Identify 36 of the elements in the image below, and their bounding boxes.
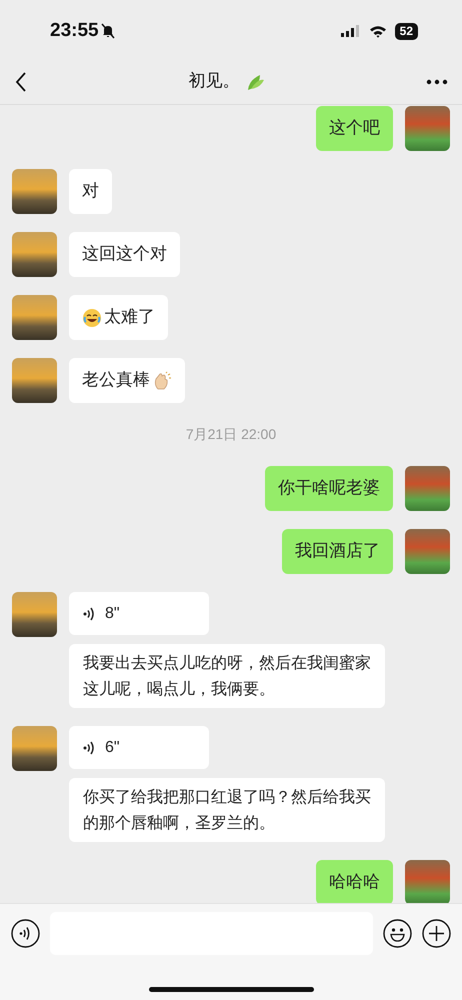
laughing-face-icon bbox=[82, 308, 102, 328]
signal-icon bbox=[340, 25, 361, 37]
voice-duration: 8" bbox=[105, 604, 120, 624]
plus-icon[interactable] bbox=[422, 919, 451, 948]
message-text: 你干啥呢老婆 bbox=[278, 476, 380, 500]
status-time: 23:55 bbox=[50, 18, 99, 43]
timestamp: 7月21日 22:00 bbox=[186, 425, 276, 444]
wifi-icon bbox=[368, 24, 387, 38]
battery-level: 52 bbox=[394, 22, 418, 40]
voice-icon bbox=[83, 606, 95, 622]
voice-input-icon[interactable] bbox=[11, 919, 40, 948]
avatar-photo-placeholder[interactable] bbox=[12, 358, 57, 403]
message-text: 这个吧 bbox=[329, 116, 380, 140]
avatar-photo-placeholder[interactable] bbox=[12, 592, 57, 637]
voice-icon bbox=[83, 740, 95, 756]
message-text: 太难了 bbox=[104, 306, 155, 329]
leaf-icon bbox=[246, 72, 266, 92]
avatar-photo-placeholder[interactable] bbox=[12, 295, 57, 340]
chat-title: 初见。 bbox=[188, 70, 240, 94]
back-icon[interactable] bbox=[14, 71, 28, 93]
avatar-photo-placeholder[interactable] bbox=[12, 169, 57, 214]
voice-message[interactable]: 8" bbox=[69, 592, 209, 635]
message-text: 哈哈哈 bbox=[329, 870, 380, 894]
voice-transcript: 我要出去买点儿吃的呀，然后在我闺蜜家这儿呢，喝点儿，我俩要。 bbox=[69, 644, 385, 708]
voice-duration: 6" bbox=[105, 738, 120, 758]
message-text: 对 bbox=[82, 180, 99, 203]
clapping-hands-icon bbox=[152, 370, 172, 390]
message-text: 这回这个对 bbox=[82, 242, 167, 266]
message-text: 我回酒店了 bbox=[295, 540, 380, 563]
voice-message[interactable]: 6" bbox=[69, 726, 209, 769]
voice-transcript: 你买了给我把那口红退了吗？然后给我买的那个唇釉啊，圣罗兰的。 bbox=[69, 778, 385, 842]
avatar-photo-placeholder[interactable] bbox=[12, 726, 57, 771]
emoji-icon[interactable] bbox=[383, 919, 412, 948]
message-text: 老公真棒 bbox=[82, 368, 150, 392]
avatar-photo-placeholder[interactable] bbox=[12, 232, 57, 277]
more-icon[interactable] bbox=[426, 79, 448, 85]
